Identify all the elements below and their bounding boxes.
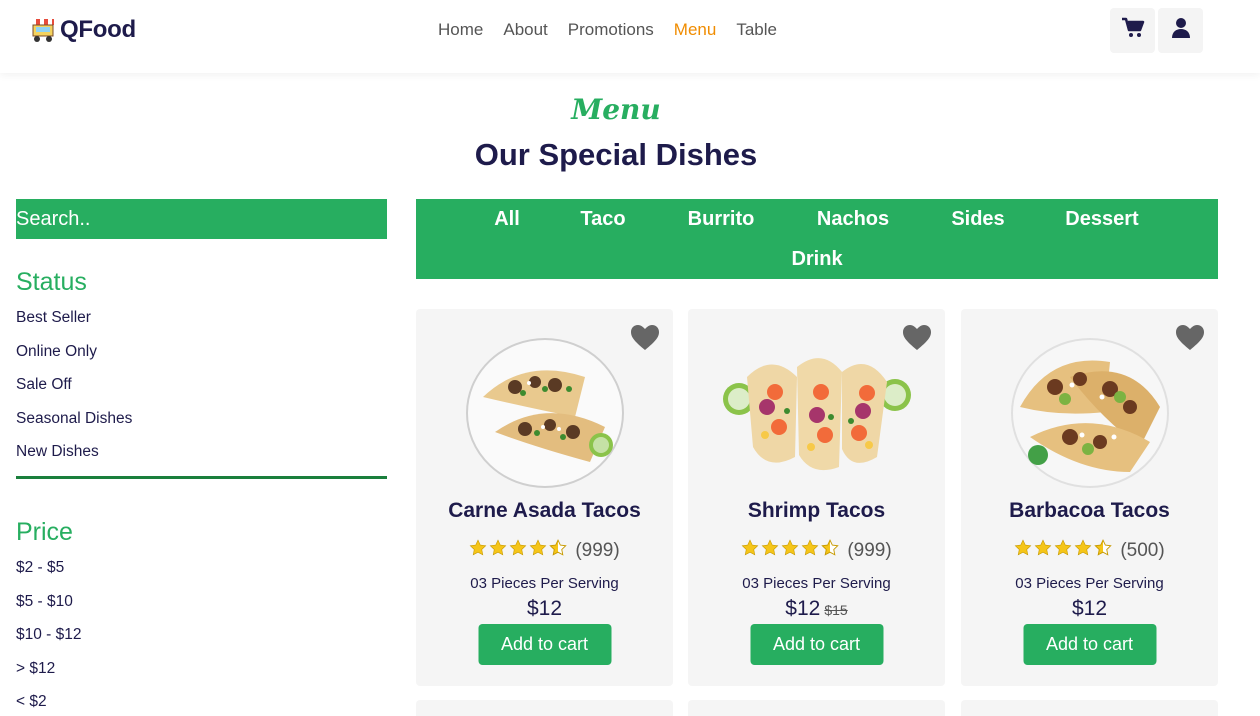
- brand-name: QFood: [60, 16, 136, 43]
- product-card-partial: [416, 700, 673, 716]
- review-count: (500): [1120, 539, 1165, 561]
- star-icon: [1014, 539, 1032, 562]
- tab-dessert[interactable]: Dessert: [1065, 208, 1138, 231]
- product-card: Shrimp Tacos (999) 03 Pieces Per Serving…: [688, 309, 945, 686]
- price-heading: Price: [16, 518, 73, 546]
- star-icon: [741, 539, 759, 562]
- product-price: $12 $15: [688, 597, 945, 621]
- filter-price-under-2[interactable]: < $2: [16, 693, 47, 711]
- nav-home[interactable]: Home: [438, 20, 483, 40]
- add-to-cart-button[interactable]: Add to cart: [478, 624, 611, 665]
- favorite-heart-icon[interactable]: [1176, 325, 1204, 351]
- nav-about[interactable]: About: [503, 20, 547, 40]
- filter-price-over-12[interactable]: > $12: [16, 660, 55, 678]
- nav-table[interactable]: Table: [736, 20, 777, 40]
- section-eyebrow: Menu: [571, 93, 661, 126]
- account-button[interactable]: [1158, 8, 1203, 53]
- add-to-cart-button[interactable]: Add to cart: [750, 624, 883, 665]
- nav-menu[interactable]: Menu: [674, 20, 717, 40]
- favorite-heart-icon[interactable]: [631, 325, 659, 351]
- current-price: $12: [526, 597, 563, 620]
- review-count: (999): [575, 539, 620, 561]
- product-card-partial: [961, 700, 1218, 716]
- product-name: Shrimp Tacos: [747, 499, 886, 522]
- filter-price-2-5[interactable]: $2 - $5: [16, 559, 64, 577]
- product-rating: (500): [961, 539, 1218, 562]
- main-nav: Home About Promotions Menu Table: [438, 20, 777, 40]
- filter-best-seller[interactable]: Best Seller: [16, 309, 91, 327]
- tab-nachos[interactable]: Nachos: [817, 208, 889, 231]
- top-header: QFood Home About Promotions Menu Table: [0, 0, 1260, 73]
- category-tabs: All Taco Burrito Nachos Sides Dessert Dr…: [416, 199, 1218, 279]
- product-card-partial: [688, 700, 945, 716]
- tab-sides[interactable]: Sides: [951, 208, 1004, 231]
- half-star-icon: [1094, 539, 1113, 562]
- star-icon: [781, 539, 799, 562]
- serving-info: 03 Pieces Per Serving: [470, 575, 619, 592]
- product-rating: (999): [416, 539, 673, 562]
- product-card: Carne Asada Tacos (999) 03 Pieces Per Se…: [416, 309, 673, 686]
- product-price: $12: [416, 597, 673, 621]
- star-icon: [1074, 539, 1092, 562]
- barbacoa-tacos-image: [1010, 337, 1170, 489]
- carne-asada-tacos-image: [465, 337, 625, 489]
- status-heading: Status: [16, 268, 87, 296]
- filter-price-10-12[interactable]: $10 - $12: [16, 626, 82, 644]
- serving-info: 03 Pieces Per Serving: [1015, 575, 1164, 592]
- star-icon: [1054, 539, 1072, 562]
- half-star-icon: [821, 539, 840, 562]
- half-star-icon: [549, 539, 568, 562]
- brand-logo[interactable]: QFood: [30, 16, 136, 44]
- section-title: Our Special Dishes: [474, 137, 758, 172]
- product-card: Barbacoa Tacos (500) 03 Pieces Per Servi…: [961, 309, 1218, 686]
- search-input[interactable]: [16, 199, 387, 239]
- shrimp-tacos-image: [722, 337, 911, 489]
- star-icon: [1034, 539, 1052, 562]
- current-price: $12: [1071, 597, 1108, 620]
- original-price: $15: [824, 602, 848, 618]
- star-icon: [761, 539, 779, 562]
- product-price: $12: [961, 597, 1218, 621]
- filter-online-only[interactable]: Online Only: [16, 343, 97, 361]
- tab-all[interactable]: All: [494, 208, 520, 231]
- nav-promotions[interactable]: Promotions: [568, 20, 654, 40]
- review-count: (999): [847, 539, 892, 561]
- product-name: Barbacoa Tacos: [1009, 499, 1170, 522]
- user-icon: [1171, 17, 1191, 44]
- star-icon: [469, 539, 487, 562]
- tab-burrito[interactable]: Burrito: [688, 208, 755, 231]
- cart-icon: [1121, 17, 1145, 44]
- filter-sale-off[interactable]: Sale Off: [16, 376, 72, 394]
- star-icon: [489, 539, 507, 562]
- tab-drink[interactable]: Drink: [791, 248, 842, 271]
- serving-info: 03 Pieces Per Serving: [742, 575, 891, 592]
- product-name: Carne Asada Tacos: [448, 499, 641, 522]
- current-price: $12: [785, 597, 821, 620]
- product-rating: (999): [688, 539, 945, 562]
- add-to-cart-button[interactable]: Add to cart: [1023, 624, 1156, 665]
- food-cart-icon: [30, 16, 56, 44]
- filter-new-dishes[interactable]: New Dishes: [16, 443, 99, 461]
- filter-price-5-10[interactable]: $5 - $10: [16, 593, 73, 611]
- star-icon: [801, 539, 819, 562]
- star-icon: [509, 539, 527, 562]
- sidebar-divider: [16, 476, 387, 479]
- filter-seasonal-dishes[interactable]: Seasonal Dishes: [16, 410, 132, 428]
- cart-button[interactable]: [1110, 8, 1155, 53]
- tab-taco[interactable]: Taco: [580, 208, 625, 231]
- star-icon: [529, 539, 547, 562]
